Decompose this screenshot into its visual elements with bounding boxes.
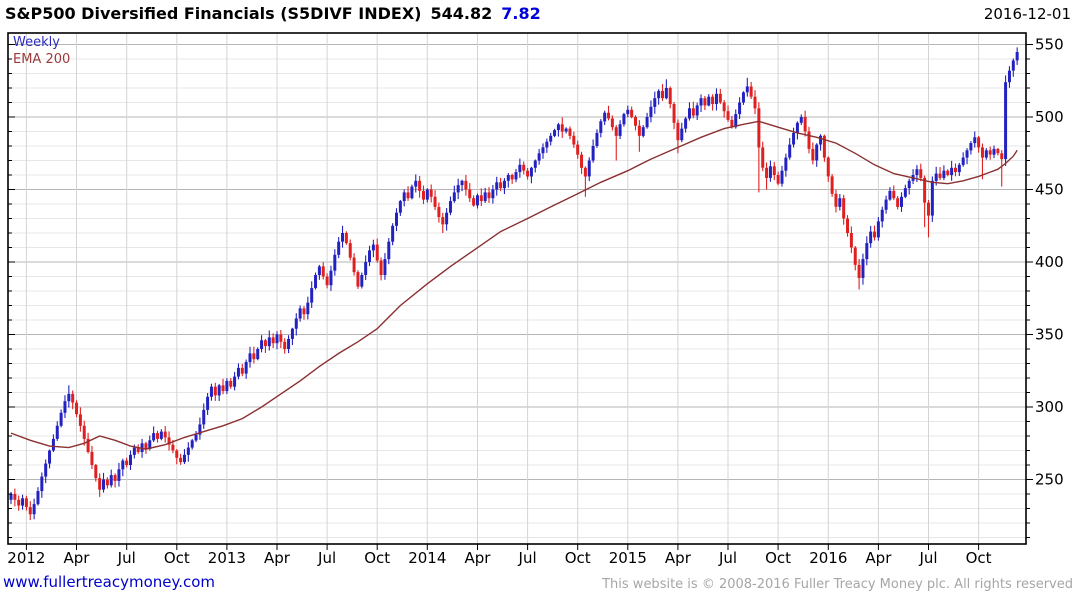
axis-labels: 250 300 350 400 450 500 550 2012 Apr Jul Oct 2013 Ap…	[7, 36, 1063, 568]
copyright-text: This website is © 2008-2016 Fuller Treac…	[602, 577, 1073, 592]
svg-text:2012: 2012	[7, 549, 45, 567]
svg-text:Apr: Apr	[465, 549, 492, 567]
price-chart-svg[interactable]: 250 300 350 400 450 500 550 2012 Apr Jul Oct 2013 Ap…	[0, 0, 1075, 600]
svg-text:2013: 2013	[208, 549, 246, 567]
svg-text:2014: 2014	[408, 549, 446, 567]
legend-ema-200: EMA 200	[13, 52, 71, 67]
svg-text:2015: 2015	[609, 549, 647, 567]
svg-text:500: 500	[1035, 108, 1064, 126]
svg-text:400: 400	[1035, 253, 1064, 271]
svg-text:Oct: Oct	[966, 549, 992, 567]
svg-text:Apr: Apr	[665, 549, 692, 567]
svg-text:Jul: Jul	[518, 549, 537, 567]
svg-text:2016: 2016	[809, 549, 847, 567]
chart-window: S&P500 Diversified Financials (S5DIVF IN…	[0, 0, 1075, 600]
svg-text:Jul: Jul	[317, 549, 336, 567]
svg-text:450: 450	[1035, 181, 1064, 199]
axis-ticks	[8, 44, 1033, 550]
svg-text:Jul: Jul	[918, 549, 937, 567]
price-chart[interactable]: 250 300 350 400 450 500 550 2012 Apr Jul Oct 2013 Ap…	[0, 0, 1075, 600]
svg-text:Oct: Oct	[364, 549, 390, 567]
svg-text:250: 250	[1035, 471, 1064, 489]
site-link[interactable]: www.fullertreacymoney.com	[3, 573, 215, 591]
ema-line	[10, 120, 1018, 450]
svg-text:Oct: Oct	[164, 549, 190, 567]
svg-text:Jul: Jul	[718, 549, 737, 567]
svg-text:Jul: Jul	[117, 549, 136, 567]
svg-text:Oct: Oct	[565, 549, 591, 567]
svg-text:Apr: Apr	[865, 549, 892, 567]
svg-text:Apr: Apr	[64, 549, 91, 567]
svg-text:Apr: Apr	[264, 549, 291, 567]
svg-text:Oct: Oct	[765, 549, 791, 567]
svg-text:350: 350	[1035, 326, 1064, 344]
legend-timeframe: Weekly	[13, 35, 60, 50]
svg-text:300: 300	[1035, 398, 1064, 416]
svg-text:550: 550	[1035, 36, 1064, 54]
candles-layer	[9, 47, 1019, 521]
